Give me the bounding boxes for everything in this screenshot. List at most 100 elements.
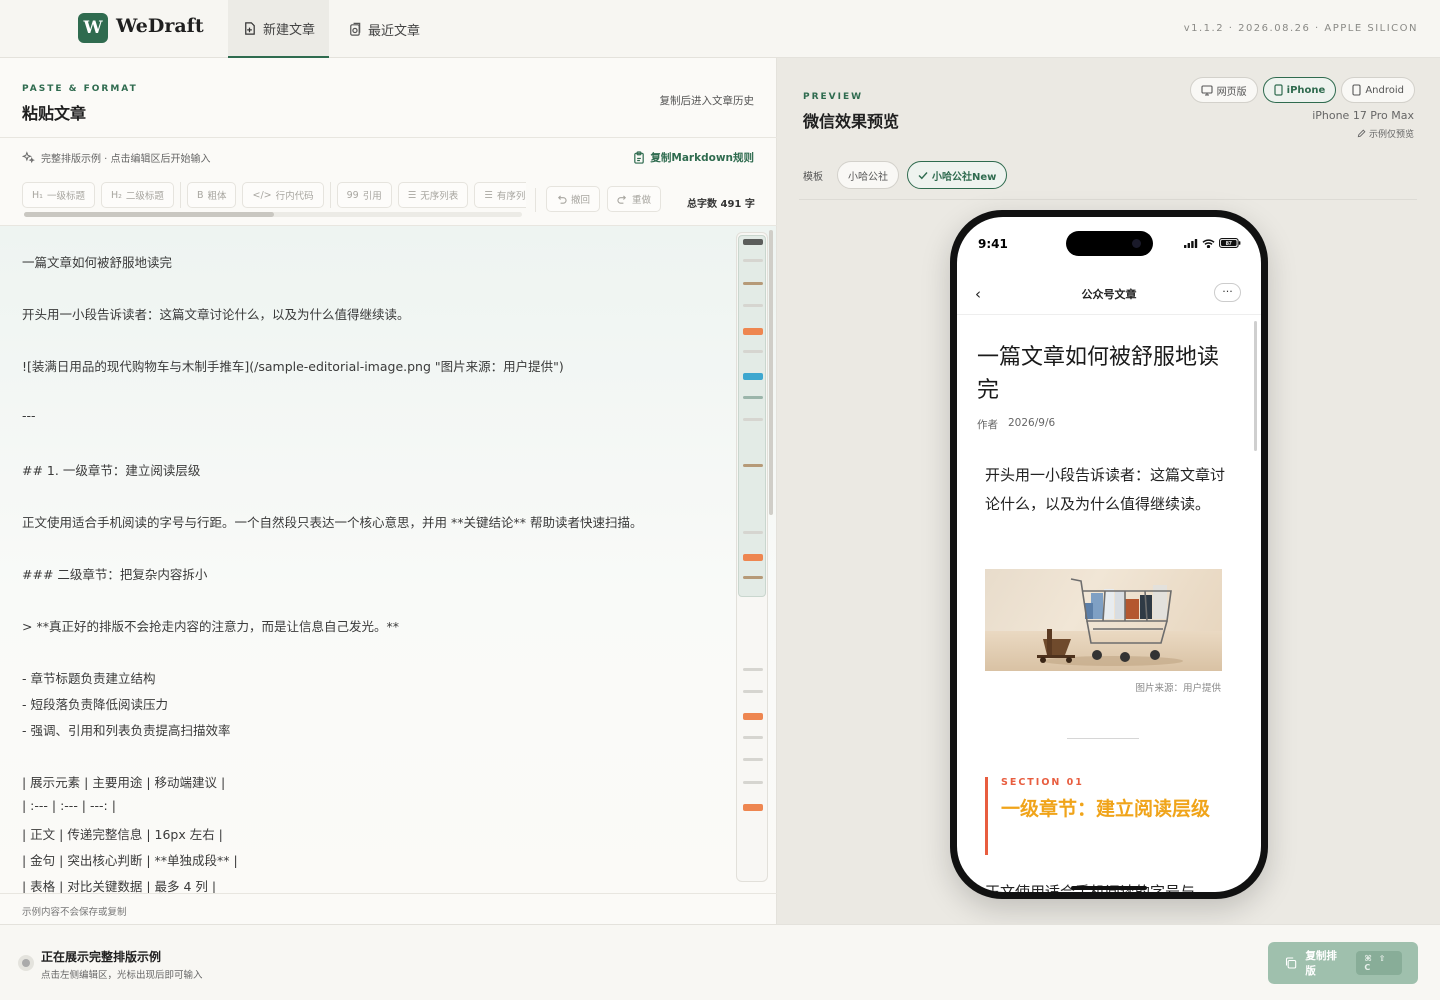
- minimap-mark: [743, 758, 763, 761]
- article-title: 一篇文章如何被舒服地读完: [977, 345, 1220, 403]
- device-android-label: Android: [1365, 84, 1404, 96]
- cart-goods: [1085, 585, 1167, 619]
- editor-scrollbar[interactable]: [769, 230, 774, 850]
- article-author-label: 作者: [977, 419, 998, 431]
- status-icons: 87: [1184, 238, 1241, 248]
- clipboard-icon: [634, 151, 645, 164]
- undo-button[interactable]: 撤回: [546, 186, 601, 212]
- inline-code-button[interactable]: </> 行内代码: [242, 182, 324, 208]
- tab-recent-articles[interactable]: 最近文章: [333, 0, 434, 58]
- editor-eyebrow: PASTE & FORMAT: [22, 84, 138, 94]
- minimap-mark: [743, 418, 763, 421]
- minimap-mark: [743, 328, 763, 335]
- preview-header: PREVIEW 微信效果预览: [803, 92, 899, 132]
- phone-frame: 9:41 87 ‹ 公众号文章 ··· 一篇文章如何被舒服地读完 作者 2026…: [950, 210, 1268, 899]
- unordered-list-button[interactable]: ☰ 无序列表: [397, 182, 469, 208]
- redo-button[interactable]: 重做: [607, 186, 662, 212]
- template-label: 模板: [803, 171, 823, 183]
- editor-scroll-thumb[interactable]: [769, 230, 773, 515]
- editor-line: - 强调、引用和列表负责提高扫描效率: [22, 723, 231, 738]
- bold-button[interactable]: B 粗体: [186, 182, 237, 208]
- h2-button[interactable]: H₂ 二级标题: [100, 182, 174, 208]
- top-bar: W WeDraft 新建文章 最近文章 v1.1.2 · 2026.08.26 …: [0, 0, 1440, 58]
- device-iphone-label: iPhone: [1286, 84, 1326, 96]
- device-note-text: 示例仅预览: [1368, 130, 1414, 140]
- copy-format-button[interactable]: 复制排版 ⌘ ⇧ C: [1268, 942, 1418, 984]
- copy-markdown-rules-button[interactable]: 复制Markdown规则: [633, 150, 754, 165]
- preview-eyebrow: PREVIEW: [803, 92, 864, 102]
- phone-screen[interactable]: 9:41 87 ‹ 公众号文章 ··· 一篇文章如何被舒服地读完 作者 2026…: [957, 217, 1261, 892]
- tab-new-article-label: 新建文章: [263, 22, 316, 38]
- list-icon: ☰: [407, 189, 417, 201]
- editor-line: | 展示元素 | 主要用途 | 移动端建议 |: [22, 775, 226, 790]
- more-icon[interactable]: ···: [1214, 283, 1241, 302]
- keyboard-shortcut: ⌘ ⇧ C: [1356, 951, 1403, 975]
- section-divider: [1067, 738, 1139, 739]
- ordered-list-button[interactable]: ☰有序列表: [474, 182, 526, 208]
- minimap-mark: [743, 554, 763, 561]
- phone-icon: [1274, 84, 1283, 96]
- tab-new-article[interactable]: 新建文章: [228, 0, 329, 58]
- article-lead: 开头用一小段告诉读者：这篇文章讨论什么，以及为什么值得继续读。: [985, 466, 1226, 513]
- template-option[interactable]: 小哈公社: [837, 161, 899, 189]
- undo-icon: [557, 194, 567, 204]
- minimap-mark: [743, 668, 763, 671]
- template-selector: 模板 小哈公社 小哈公社New: [803, 161, 1008, 189]
- editor-line: ### 二级章节：把复杂内容拆小: [22, 567, 208, 582]
- editor-footer-note: 示例内容不会保存或复制: [0, 893, 777, 924]
- editor-line: ## 1. 一级章节：建立阅读层级: [22, 463, 201, 478]
- battery-level: 87: [1226, 241, 1232, 247]
- editor-line: 正文使用适合手机阅读的字号与行距。一个自然段只表达一个核心意思，并用 **关键结…: [22, 515, 643, 530]
- quote-button[interactable]: 99 引用: [336, 182, 392, 208]
- editor-line: 一篇文章如何被舒服地读完: [22, 255, 173, 270]
- minimap-mark: [743, 736, 763, 739]
- device-switcher: 网页版 iPhone Android: [1189, 77, 1415, 103]
- ordered-list-label: 有序列表: [496, 191, 526, 202]
- dynamic-island: [1066, 231, 1153, 256]
- redo-label: 重做: [632, 195, 652, 206]
- section-title: 一级章节：建立阅读层级: [1001, 798, 1211, 820]
- preview-panel: PREVIEW 微信效果预览 网页版 iPhone Android iPhone…: [777, 58, 1440, 924]
- markdown-editor[interactable]: 一篇文章如何被舒服地读完 开头用一小段告诉读者：这篇文章讨论什么，以及为什么值得…: [0, 226, 776, 893]
- toolbar-scrollbar[interactable]: [24, 212, 522, 217]
- status-subtitle: 点击左侧编辑区，光标出现后即可输入: [41, 970, 203, 981]
- editor-line: | 金句 | 突出核心判断 | **单独成段** |: [22, 853, 238, 868]
- monitor-icon: [1201, 84, 1213, 96]
- pencil-icon: [1357, 129, 1366, 138]
- editor-minimap[interactable]: [736, 232, 768, 882]
- camera-dot: [1132, 239, 1141, 248]
- device-iphone-button[interactable]: iPhone: [1262, 77, 1337, 103]
- editor-header: PASTE & FORMAT 粘贴文章: [22, 84, 138, 124]
- device-android-button[interactable]: Android: [1341, 77, 1415, 103]
- word-count: 总字数 491 字: [687, 199, 755, 210]
- minimap-viewport[interactable]: [738, 235, 766, 597]
- sparkle-icon: [22, 151, 35, 164]
- minimap-mark: [743, 804, 763, 811]
- editor-line: 开头用一小段告诉读者：这篇文章讨论什么，以及为什么值得继续读。: [22, 307, 410, 322]
- h1-button[interactable]: H₁ 一级标题: [22, 182, 95, 208]
- wifi-icon: [1202, 238, 1215, 248]
- minimap-mark: [743, 304, 763, 307]
- wechat-navbar: ‹ 公众号文章 ···: [957, 273, 1261, 315]
- editor-line: | 表格 | 对比关键数据 | 最多 4 列 |: [22, 879, 217, 893]
- status-indicator: [18, 955, 34, 971]
- logo-icon: W: [78, 13, 108, 43]
- minimap-mark: [743, 464, 763, 467]
- h1-label: 一级标题: [46, 191, 85, 202]
- section-eyebrow: SECTION 01: [1001, 777, 1084, 788]
- minimap-mark: [743, 239, 763, 245]
- device-web-button[interactable]: 网页版: [1189, 77, 1258, 103]
- minimap-mark: [743, 576, 763, 579]
- copy-format-label: 复制排版: [1305, 950, 1337, 977]
- minimap-mark: [743, 396, 763, 399]
- minimap-mark: [743, 531, 763, 534]
- history-link[interactable]: 复制后进入文章历史: [660, 93, 755, 108]
- redo-icon: [617, 194, 627, 204]
- minimap-mark: [743, 781, 763, 784]
- template-option-selected[interactable]: 小哈公社New: [907, 161, 1008, 189]
- article-image: [985, 569, 1222, 671]
- template-option-label: 小哈公社New: [932, 171, 997, 183]
- unordered-list-label: 无序列表: [420, 191, 459, 202]
- minimap-mark: [743, 259, 763, 262]
- toolbar-scroll-thumb[interactable]: [24, 212, 274, 217]
